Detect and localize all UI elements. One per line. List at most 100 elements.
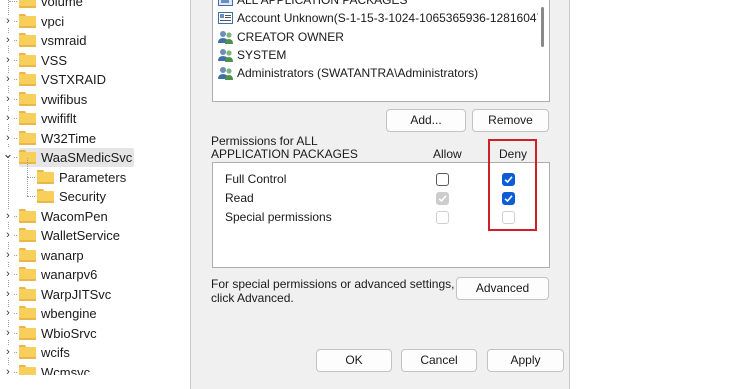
chevron-right-icon[interactable]: › bbox=[2, 209, 14, 222]
chevron-right-icon[interactable]: › bbox=[2, 287, 14, 300]
tree-item[interactable]: › WacomPen bbox=[0, 207, 190, 226]
chevron-right-icon[interactable]: › bbox=[2, 248, 14, 261]
user-list-item[interactable]: Account Unknown(S-1-15-3-1024-1065365936… bbox=[218, 9, 538, 27]
remove-button[interactable]: Remove bbox=[472, 109, 549, 132]
allow-checkbox bbox=[436, 211, 449, 224]
folder-icon bbox=[19, 72, 36, 86]
user-name-label: Account Unknown(S-1-15-3-1024-1065365936… bbox=[237, 11, 538, 25]
tree-item-label: vwifibus bbox=[41, 91, 88, 107]
unknown-account-icon bbox=[218, 11, 234, 25]
tree-item[interactable]: › WarpJITSvc bbox=[0, 285, 190, 304]
user-name-label: ALL APPLICATION PACKAGES bbox=[237, 0, 408, 7]
tree-guide-line bbox=[27, 157, 28, 177]
folder-icon bbox=[19, 306, 36, 320]
chevron-right-icon[interactable]: › bbox=[2, 307, 14, 319]
tree-item[interactable]: › Wcmsvc bbox=[0, 363, 190, 376]
tree-item[interactable]: volume bbox=[0, 0, 190, 11]
tree-item-label: WacomPen bbox=[41, 208, 108, 224]
tree-item-label: vwififlt bbox=[41, 111, 77, 126]
folder-icon bbox=[19, 286, 36, 301]
allow-checkbox bbox=[436, 192, 449, 205]
tree-item-label: wanarpv6 bbox=[41, 267, 98, 282]
cancel-button[interactable]: Cancel bbox=[401, 349, 477, 372]
tree-item[interactable]: ⌄ WaaSMedicSvc bbox=[0, 147, 190, 167]
tree-item[interactable]: › VSTXRAID bbox=[0, 70, 190, 89]
tree-item[interactable]: › WalletService bbox=[0, 226, 190, 245]
folder-icon bbox=[19, 247, 36, 262]
chevron-down-icon[interactable]: ⌄ bbox=[2, 147, 14, 160]
tree-item[interactable]: › wcifs bbox=[0, 343, 190, 362]
tree-item[interactable]: › vwififlt bbox=[0, 109, 190, 128]
permissions-for-label-line2: APPLICATION PACKAGES bbox=[211, 147, 358, 161]
tree-item-label: WalletService bbox=[41, 228, 120, 243]
chevron-right-icon[interactable]: › bbox=[2, 92, 14, 105]
users-list-scrollbar[interactable] bbox=[541, 7, 544, 47]
user-list-item[interactable]: Administrators (SWATANTRA\Administrators… bbox=[218, 64, 538, 82]
folder-icon bbox=[19, 91, 36, 106]
tree-item-label: wanarp bbox=[41, 247, 84, 263]
chevron-right-icon[interactable]: › bbox=[2, 112, 14, 124]
tree-item-label: W32Time bbox=[41, 130, 97, 146]
chevron-right-icon[interactable]: › bbox=[2, 346, 14, 358]
tree-item[interactable]: › VSS bbox=[0, 51, 190, 70]
apply-button[interactable]: Apply bbox=[487, 349, 564, 372]
tree-item-label: Wcmsvc bbox=[41, 364, 91, 376]
group-user-names-list[interactable]: ALL APPLICATION PACKAGES Account Unknown(… bbox=[212, 0, 550, 102]
user-list-item[interactable]: CREATOR OWNER bbox=[218, 28, 538, 46]
tree-item-label: vpci bbox=[41, 13, 65, 29]
chevron-right-icon[interactable]: › bbox=[2, 268, 14, 280]
allow-checkbox[interactable] bbox=[436, 173, 449, 186]
tree-item-label: wcifs bbox=[41, 345, 70, 360]
tree-item-label: WarpJITSvc bbox=[41, 286, 112, 302]
folder-icon bbox=[19, 33, 36, 47]
tree-item-label: Security bbox=[59, 189, 106, 204]
tree-item[interactable]: › vsmraid bbox=[0, 31, 190, 50]
advanced-note-line2: click Advanced. bbox=[211, 291, 294, 305]
tree-item[interactable]: › wanarp bbox=[0, 246, 190, 265]
tree-item[interactable]: › vpci bbox=[0, 12, 190, 31]
permission-name: Special permissions bbox=[225, 210, 332, 224]
folder-icon bbox=[19, 111, 36, 125]
tree-item[interactable]: › wanarpv6 bbox=[0, 265, 190, 284]
folder-icon bbox=[19, 13, 36, 28]
folder-icon bbox=[19, 325, 36, 340]
chevron-right-icon[interactable]: › bbox=[2, 365, 14, 375]
advanced-note-line1: For special permissions or advanced sett… bbox=[211, 277, 455, 291]
ok-button[interactable]: OK bbox=[316, 349, 392, 372]
chevron-right-icon[interactable]: › bbox=[2, 53, 14, 66]
folder-icon bbox=[19, 52, 36, 67]
chevron-right-icon[interactable]: › bbox=[2, 14, 14, 27]
chevron-right-icon[interactable]: › bbox=[2, 326, 14, 339]
tree-item-label: wbengine bbox=[41, 306, 97, 321]
user-list-item[interactable]: SYSTEM bbox=[218, 46, 538, 64]
folder-icon bbox=[19, 130, 36, 145]
folder-icon bbox=[19, 208, 36, 223]
user-list-item[interactable]: ALL APPLICATION PACKAGES bbox=[218, 0, 538, 9]
tree-item[interactable]: › W32Time bbox=[0, 129, 190, 148]
users-group-icon bbox=[218, 48, 234, 62]
folder-icon bbox=[19, 0, 36, 8]
chevron-right-icon[interactable]: › bbox=[2, 34, 14, 46]
chevron-right-icon[interactable]: › bbox=[2, 131, 14, 144]
user-name-label: SYSTEM bbox=[237, 48, 287, 62]
packages-icon bbox=[218, 0, 234, 7]
tree-item[interactable]: › vwifibus bbox=[0, 90, 190, 109]
allow-column-header: Allow bbox=[433, 147, 462, 161]
folder-icon bbox=[37, 169, 54, 184]
tree-connector bbox=[27, 196, 35, 197]
tree-item[interactable]: Security bbox=[0, 177, 190, 206]
tree-item[interactable]: › WbioSrvc bbox=[0, 324, 190, 343]
chevron-right-icon[interactable]: › bbox=[2, 73, 14, 85]
user-name-label: Administrators (SWATANTRA\Administrators… bbox=[237, 66, 479, 80]
permissions-for-label-line1: Permissions for ALL bbox=[211, 134, 318, 148]
tree-item[interactable]: › wbengine bbox=[0, 304, 190, 323]
users-group-icon bbox=[218, 66, 234, 80]
add-button[interactable]: Add... bbox=[386, 109, 466, 132]
advanced-button[interactable]: Advanced bbox=[456, 277, 549, 300]
tree-item-label: vsmraid bbox=[41, 33, 87, 48]
chevron-right-icon[interactable]: › bbox=[2, 229, 14, 241]
tree-item[interactable]: Parameters bbox=[0, 157, 190, 187]
folder-icon bbox=[19, 345, 36, 359]
tree-item-label: WaaSMedicSvc bbox=[41, 150, 133, 165]
tree-item-label: WbioSrvc bbox=[41, 325, 97, 341]
